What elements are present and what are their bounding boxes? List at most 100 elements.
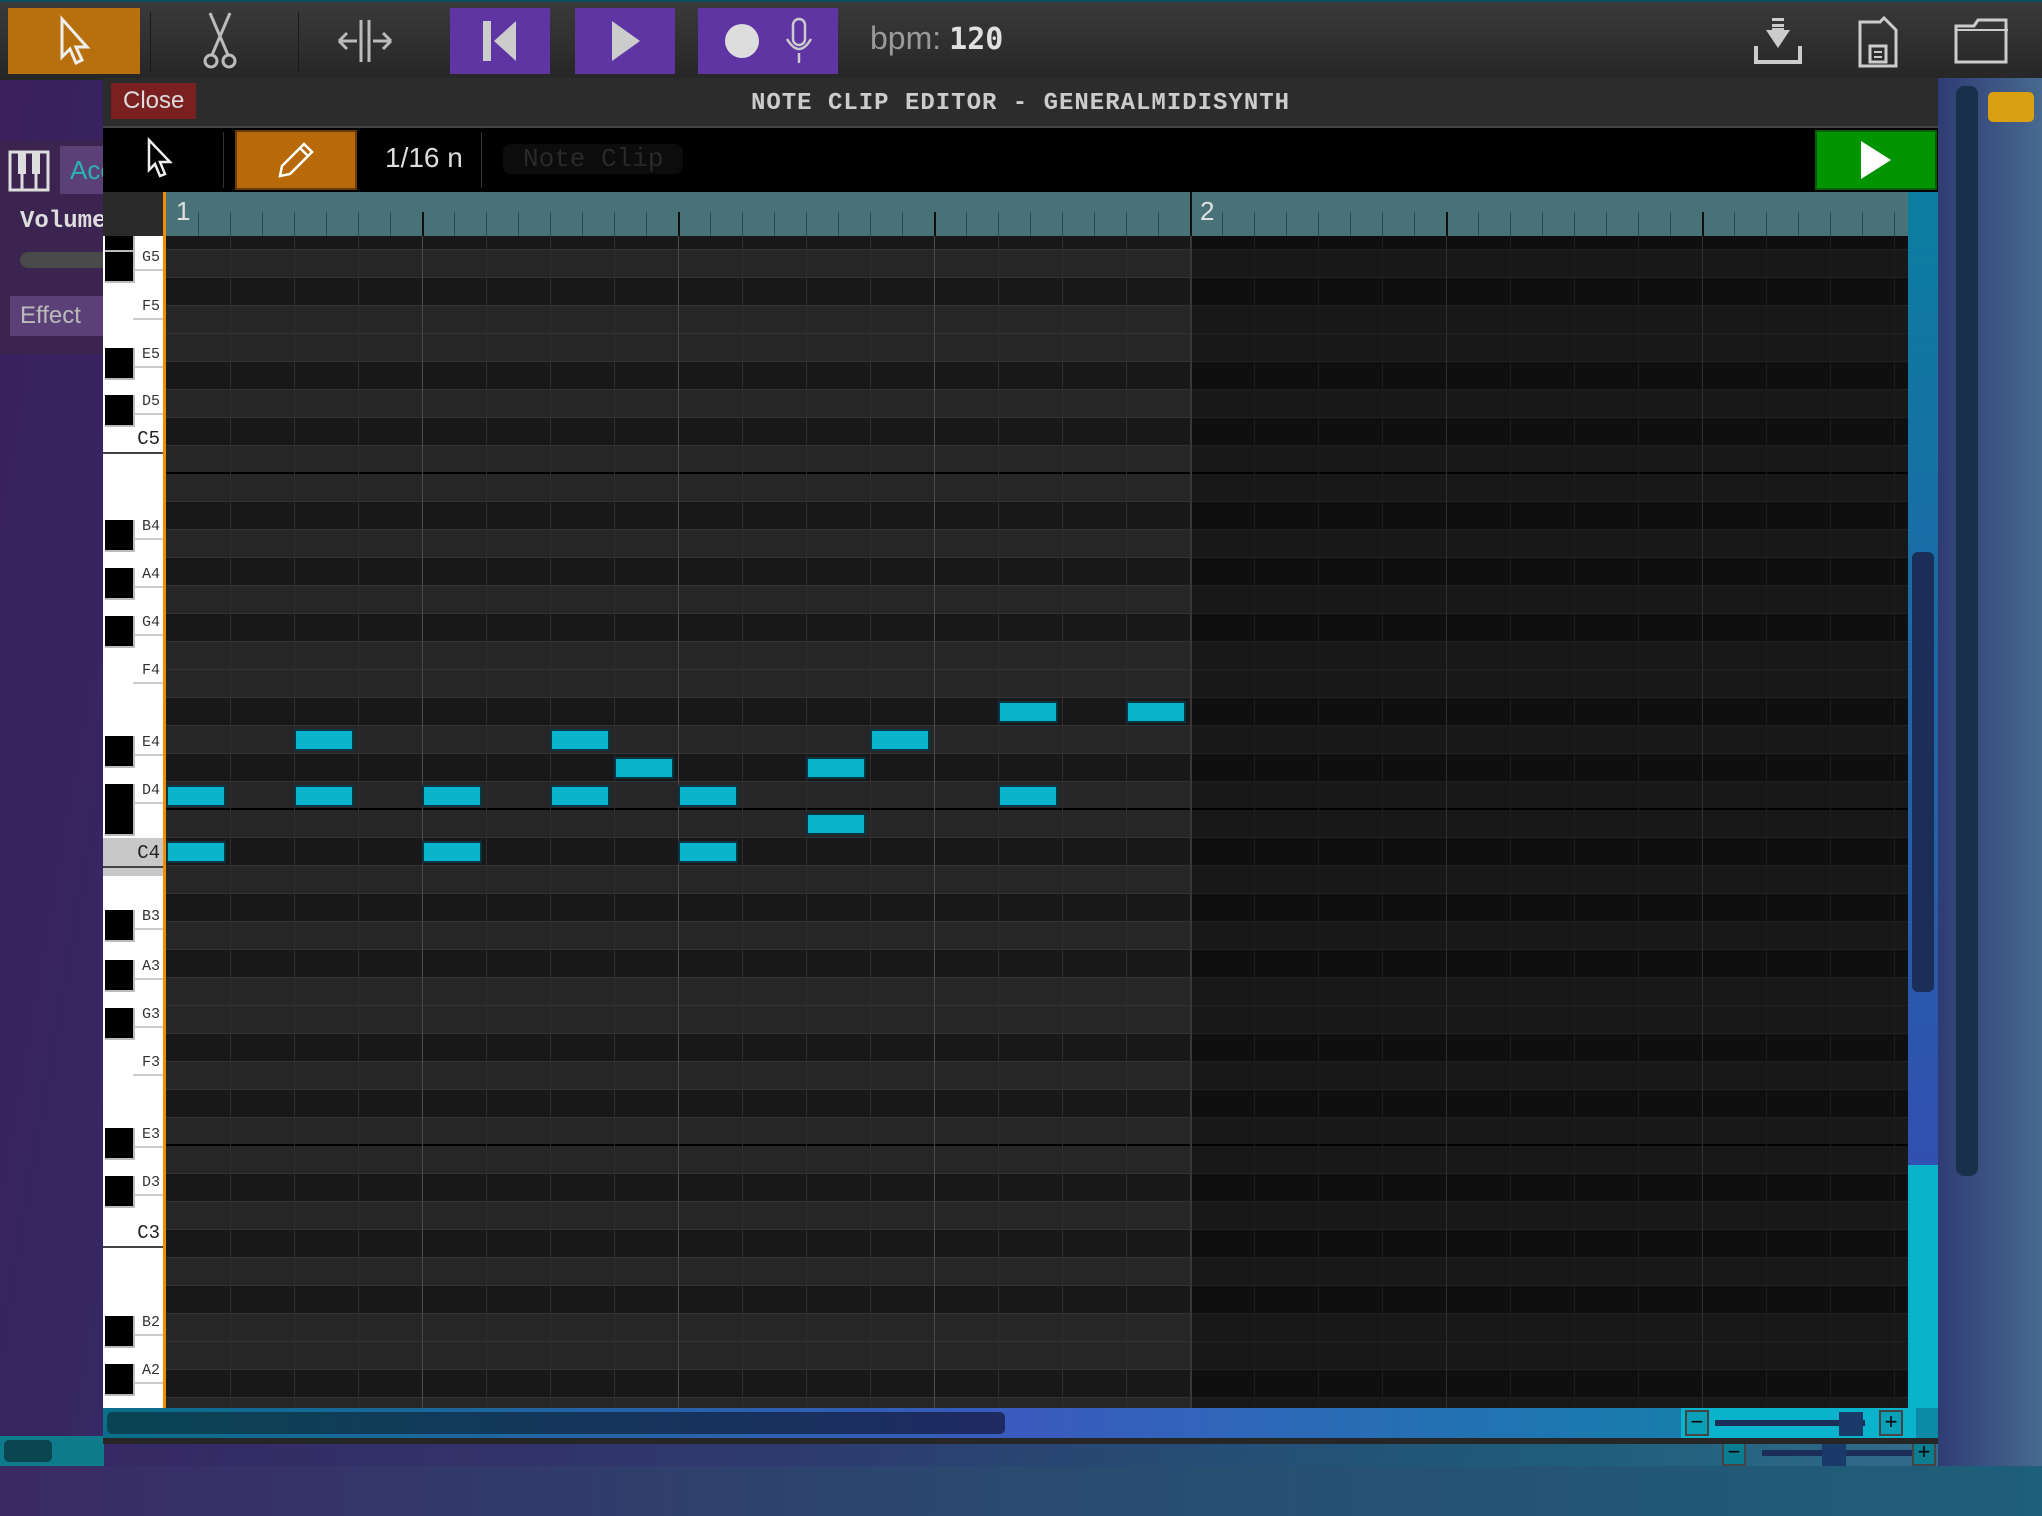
- key-divider: [133, 1194, 163, 1196]
- play-button[interactable]: [575, 8, 675, 74]
- note-block[interactable]: [294, 729, 354, 751]
- ruler-tick: [1382, 212, 1383, 236]
- black-key[interactable]: [105, 736, 135, 768]
- note-block[interactable]: [614, 757, 674, 779]
- volume-slider[interactable]: [20, 252, 110, 268]
- black-key[interactable]: [105, 568, 135, 600]
- key-divider: [133, 318, 163, 320]
- black-key[interactable]: [105, 1008, 135, 1040]
- volume-label: Volume: [20, 208, 107, 235]
- note-block[interactable]: [550, 729, 610, 751]
- ruler-tick: [1510, 212, 1511, 236]
- split-tool-button[interactable]: [310, 8, 420, 74]
- effect-button[interactable]: Effect: [10, 296, 110, 336]
- ruler-tick: [390, 212, 391, 236]
- bar-number: 1: [176, 196, 191, 226]
- zoom-thumb[interactable]: [1839, 1412, 1863, 1436]
- key-divider: [133, 802, 163, 804]
- black-key[interactable]: [105, 1364, 135, 1396]
- note-block[interactable]: [550, 785, 610, 807]
- piano-icon: [8, 150, 50, 192]
- pencil-tool-button[interactable]: [235, 130, 357, 190]
- black-key[interactable]: [105, 910, 135, 942]
- black-key[interactable]: [105, 251, 135, 283]
- snap-setting[interactable]: 1/16 n: [385, 142, 463, 174]
- ruler-tick: [934, 212, 936, 236]
- note-block[interactable]: [806, 813, 866, 835]
- ruler-tick: [1670, 212, 1671, 236]
- black-key[interactable]: [105, 1176, 135, 1208]
- key-divider: [103, 1246, 163, 1248]
- ruler-tick: [1446, 212, 1448, 236]
- background-vertical-scrollbar[interactable]: [1956, 86, 1978, 1176]
- vertical-scrollbar[interactable]: [1908, 192, 1938, 1408]
- note-block[interactable]: [166, 785, 226, 807]
- grid-line: [230, 236, 231, 1408]
- ruler-tick: [1734, 212, 1735, 236]
- key-label: G3: [141, 1006, 160, 1023]
- vertical-scroll-thumb[interactable]: [1912, 552, 1934, 992]
- background-scroll-thumb[interactable]: [4, 1440, 52, 1462]
- note-block[interactable]: [422, 841, 482, 863]
- key-divider: [133, 538, 163, 540]
- grid-line: [550, 236, 551, 1408]
- note-block[interactable]: [870, 729, 930, 751]
- background-scrollbar[interactable]: [0, 1436, 104, 1466]
- zoom-in-button[interactable]: +: [1879, 1410, 1903, 1436]
- note-block[interactable]: [806, 757, 866, 779]
- note-block[interactable]: [294, 785, 354, 807]
- ruler-tick: [1414, 212, 1415, 236]
- note-block[interactable]: [998, 701, 1058, 723]
- black-key[interactable]: [105, 804, 135, 836]
- skip-to-start-button[interactable]: [450, 8, 550, 74]
- folder-tab-icon[interactable]: [1988, 92, 2034, 122]
- key-divider: [133, 366, 163, 368]
- record-button[interactable]: [698, 8, 838, 74]
- black-key[interactable]: [105, 236, 135, 252]
- select-tool-button[interactable]: [8, 8, 140, 74]
- note-block[interactable]: [678, 841, 738, 863]
- note-block[interactable]: [1126, 701, 1186, 723]
- note-block[interactable]: [422, 785, 482, 807]
- zoom-control: − +: [1681, 1408, 1916, 1438]
- black-key[interactable]: [105, 520, 135, 552]
- timeline-ruler[interactable]: 12: [166, 192, 1927, 236]
- download-button[interactable]: [1752, 16, 1804, 71]
- note-block[interactable]: [678, 785, 738, 807]
- ruler-tick: [1062, 212, 1063, 236]
- black-key[interactable]: [105, 395, 135, 427]
- key-label: F5: [141, 298, 160, 315]
- black-key[interactable]: [105, 616, 135, 648]
- grid-line: [1062, 236, 1063, 1408]
- note-grid[interactable]: [166, 236, 1908, 1408]
- horizontal-scroll-thumb[interactable]: [107, 1412, 1005, 1434]
- cut-tool-button[interactable]: [160, 8, 280, 74]
- close-button[interactable]: Close: [111, 83, 197, 119]
- key-divider: [133, 634, 163, 636]
- bottom-background: [0, 1466, 2042, 1516]
- bpm-value[interactable]: 120: [949, 22, 1003, 57]
- horizontal-scrollbar[interactable]: [103, 1408, 1938, 1438]
- right-background-panel: [1938, 78, 2042, 1516]
- key-divider: [133, 682, 163, 684]
- background-zoom-thumb[interactable]: [1822, 1442, 1846, 1466]
- black-key[interactable]: [105, 1128, 135, 1160]
- zoom-out-button[interactable]: −: [1685, 1410, 1709, 1436]
- ruler-tick: [1254, 212, 1255, 236]
- ruler-tick: [486, 212, 487, 236]
- editor-title: NOTE CLIP EDITOR - GENERALMIDISYNTH: [750, 90, 1291, 117]
- black-key[interactable]: [105, 960, 135, 992]
- key-divider: [133, 1146, 163, 1148]
- piano-keyboard[interactable]: G5 F5 E5 D5 C5 B4 A4 G4 F4 E4 D4 C4 B3 A3 G3 F3 E3 D3 C3 B2…: [103, 236, 163, 1408]
- bpm-display[interactable]: bpm: 120: [870, 20, 1003, 57]
- ruler-tick: [198, 212, 199, 236]
- black-key[interactable]: [105, 1316, 135, 1348]
- save-button[interactable]: [1856, 15, 1900, 73]
- open-folder-button[interactable]: [1952, 16, 2012, 71]
- note-block[interactable]: [998, 785, 1058, 807]
- editor-select-tool[interactable]: [143, 136, 177, 185]
- ruler-tick: [646, 212, 647, 236]
- note-block[interactable]: [166, 841, 226, 863]
- clip-play-button[interactable]: [1815, 130, 1937, 190]
- black-key[interactable]: [105, 348, 135, 380]
